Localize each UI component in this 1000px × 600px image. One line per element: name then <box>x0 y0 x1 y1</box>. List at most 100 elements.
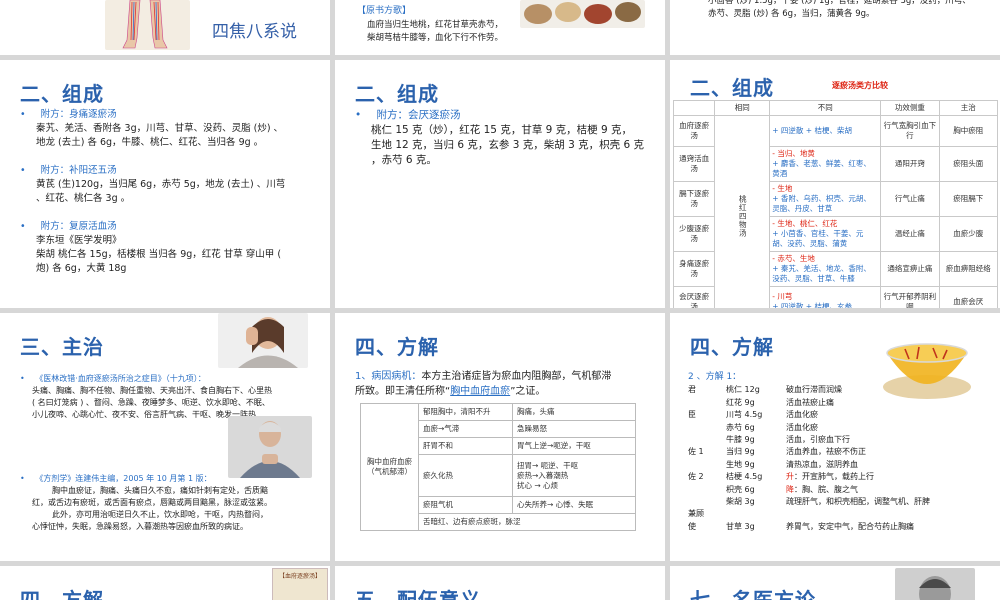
formula-role-row: 君 桃仁 12g 破血行滞而润燥 <box>688 384 988 396</box>
effect-cell: 行气宽胸引血下行 <box>880 115 940 147</box>
appendix-body: 桃仁 15 克（炒），红花 15 克，甘草 9 克，桔梗 9 克， <box>371 124 633 136</box>
mechanism-cell: 瘀阻气机 <box>418 496 513 514</box>
herb-function: 清热凉血，滋阴养血 <box>786 459 858 469</box>
effect-cell: 行气开郁养阴利咽 <box>880 286 940 308</box>
slide-title: 五、配伍意义 <box>355 588 481 600</box>
formula-role-row: 红花 9g 活血祛瘀止痛 <box>688 397 988 409</box>
herb-function: 活血化瘀 <box>786 410 818 420</box>
slide-composition-comparison[interactable]: 二、组成 逐瘀汤类方比较 相同 不同 功效侧重 主治 血府逐瘀汤 桃红四物汤 + 四… <box>670 60 1000 308</box>
formula-role-row: 兼顾 <box>688 508 988 520</box>
slide-composition-appendix-1[interactable]: 二、组成 • 附方：身痛逐瘀汤 秦艽、羌活、香附各 3g，川芎、甘草、没药、灵脂… <box>0 60 330 308</box>
pathogenesis-label: 1、病因病机： <box>355 371 422 382</box>
appendix-heading: 附方：补阳还五汤 <box>40 165 117 176</box>
removed-herbs: - 生地 <box>772 184 793 193</box>
formula-role-row: 牛膝 9g 活血，引瘀血下行 <box>688 434 988 446</box>
slide-title: 七、名医方论 <box>690 588 816 600</box>
indication-cell: 血瘀少腹 <box>938 216 999 252</box>
indication-cell: 血瘀会厌 <box>938 286 999 308</box>
col-header: 主治 <box>938 100 999 116</box>
removed-herbs: - 川芎 <box>772 292 793 301</box>
pathogenesis-key-term: 胸中血府血瘀 <box>450 386 511 397</box>
action-mark: 升 <box>786 472 794 482</box>
slide-compatibility[interactable]: 五、配伍意义 <box>335 566 665 600</box>
col-header <box>672 100 716 116</box>
herb-dose: 赤芍 6g <box>726 422 755 432</box>
herb-dose <box>714 508 778 520</box>
effect-cell: 通阳开窍 <box>880 146 940 182</box>
appendix-body: 炮) 各 6g，大黄 18g <box>36 263 127 274</box>
herb-dose: 红花 9g <box>726 397 755 407</box>
appendix-body: 柴胡 桃仁各 15g，栝楼根 当归各 9g，红花 甘草 穿山甲 ( <box>36 249 282 260</box>
col-header: 功效侧重 <box>880 100 940 116</box>
role-label <box>688 484 714 496</box>
indication-line: 心悸怔忡，失眠，急躁易怒，入暮潮热等因瘀血所致的病证。 <box>32 522 248 531</box>
slide-original-verse[interactable]: 【原书方歌】 血府当归生地桃，红花甘草壳赤芍， 柴胡芎桔牛膝等，血化下行不作劳。 <box>335 0 665 55</box>
slide-indications[interactable]: 三、主治 • 《医林改错·血府逐瘀汤所治之症目》（十九项）： 头痛、胸痛、胸不任… <box>0 313 330 561</box>
role-label: 使 <box>688 521 696 531</box>
removed-herbs: - 当归、地黄 <box>772 149 815 158</box>
formula-role-row: 佐 1 当归 9g 活血养血，祛瘀不伤正 <box>688 446 988 458</box>
action-mark: 降 <box>786 484 794 494</box>
slide-title: 二、组成 <box>355 82 439 106</box>
effect-cell: 行气止痛 <box>880 181 940 217</box>
difference-cell: - 生地、桃仁、红花 + 小茴香、官桂、干姜、元胡、没药、灵脂、蒲黄 <box>769 216 882 252</box>
formula-name: 少腹逐瘀汤 <box>672 216 716 252</box>
indication-line: 红，或舌边有瘀斑，或舌面有瘀点，唇黯或两目黯黑，脉涩或弦紧。 <box>32 498 272 507</box>
herb-function: 活血化瘀 <box>786 422 818 432</box>
slide-analysis-formula[interactable]: 四、方解 2 、方解 1： 君 桃仁 12g 破血行滞而润燥 红花 9g 活血祛瘀止痛臣… <box>670 313 1000 561</box>
formula-name: 身痛逐瘀汤 <box>672 251 716 287</box>
role-label <box>688 422 714 434</box>
appendix-body: 秦艽、羌活、香附各 3g，川芎、甘草、没药、灵脂 (炒) 、 <box>36 123 284 134</box>
slide-famous-doctors[interactable]: 七、名医方论 <box>670 566 1000 600</box>
herb-function: 养胃气，安定中气，配合芍药止胸痛 <box>786 521 914 531</box>
role-label: 佐 2 <box>688 472 704 482</box>
added-herbs: + 香附、乌药、枳壳、元胡、灵脂、丹皮、甘草 <box>772 194 871 213</box>
slide-analysis-2[interactable]: 四、方解 【血府逐瘀汤】 <box>0 566 330 600</box>
slide-shaofu-recipe[interactable]: 小茴香 (炒) 1.5g，干姜 (炒) 1g，官桂，延胡索各 3g，没药，川芎、… <box>670 0 1000 55</box>
indication-cell: 瘀阻膈下 <box>938 181 999 217</box>
herb-dose: 川芎 4.5g <box>726 410 763 420</box>
appendix-body: 黄芪 (生)120g，当归尾 6g，赤芍 5g，地龙 (去土) 、川芎 <box>36 179 286 190</box>
removed-herbs: - 生地、桃仁、红花 <box>772 219 838 228</box>
slide-four-jiao[interactable]: 四焦八系说 <box>0 0 330 55</box>
role-label: 臣 <box>688 410 696 420</box>
verse-line: 血府当归生地桃，红花甘草壳赤芍， <box>367 20 504 30</box>
herbs-photo-icon <box>520 0 645 28</box>
pathogenesis-text: 所致。即王清任所称“ <box>355 386 451 397</box>
role-label: 兼顾 <box>688 509 704 519</box>
role-label <box>688 397 714 409</box>
indication-line: 此外，亦可用治呃逆日久不止，饮水即呛，干呕，内热瞀闷， <box>52 510 268 519</box>
formula-name: 血府逐瘀汤 <box>672 115 716 147</box>
slide-composition-appendix-2[interactable]: 二、组成 • 附方：会厌逐瘀汤 桃仁 15 克（炒），红花 15 克，甘草 9 … <box>335 60 665 308</box>
difference-cell: - 当归、地黄 + 麝香、老葱、鲜姜、红枣、黄酒 <box>769 146 882 182</box>
formula-role-row: 使 甘草 3g 养胃气，安定中气，配合芍药止胸痛 <box>688 521 988 533</box>
appendix-body: 李东垣《医学发明》 <box>36 235 122 246</box>
role-label: 君 <box>688 385 696 395</box>
difference-cell: - 生地 + 香附、乌药、枳壳、元胡、灵脂、丹皮、甘草 <box>769 181 882 217</box>
portrait-photo-icon <box>895 568 975 600</box>
symptom-cell: 胸痛，头痛 <box>512 403 636 421</box>
effect-cell: 温经止痛 <box>880 216 940 252</box>
indication-cell: 胸中瘀阻 <box>938 115 999 147</box>
indication-cell: 瘀阻头面 <box>938 146 999 182</box>
herb-function: ：胸、脘、腹之气 <box>794 484 858 494</box>
appendix-heading: 附方：复原活血汤 <box>40 221 117 232</box>
comparison-subtitle: 逐瘀汤类方比较 <box>832 81 888 90</box>
herb-function: 活血养血，祛瘀不伤正 <box>786 447 866 457</box>
pathogenesis-text: ”之证。 <box>510 386 546 397</box>
slide-analysis-pathogenesis[interactable]: 四、方解 1、病因病机：本方主治诸症皆为瘀血内阻胸部，气机郁滞 所致。即王清任所… <box>335 313 665 561</box>
role-label: 佐 1 <box>688 447 704 457</box>
appendix-body: 地龙 (去土) 各 6g，牛膝、桃仁、红花、当归各 9g 。 <box>36 137 264 148</box>
formula-name: 会厌逐瘀汤 <box>672 286 716 308</box>
removed-herbs: - 赤芍、生地 <box>772 254 815 263</box>
herb-dose: 桃仁 12g <box>726 385 760 395</box>
appendix-body: 生地 12 克，当归 6 克，玄参 3 克，柴胡 3 克，枳壳 6 克 <box>371 139 644 151</box>
slide-title: 三、主治 <box>20 335 104 359</box>
formula-role-row: 臣 川芎 4.5g 活血化瘀 <box>688 409 988 421</box>
role-label <box>688 496 714 508</box>
appendix-body: ，赤芍 6 克。 <box>371 154 437 166</box>
herb-function: 活血祛瘀止痛 <box>786 397 834 407</box>
verse-label: 【原书方歌】 <box>357 6 412 16</box>
indication-cell: 瘀血痹阻经络 <box>938 251 999 287</box>
difference-cell: - 川芎 + 四逆散 + 桔梗、玄参 <box>769 286 882 308</box>
